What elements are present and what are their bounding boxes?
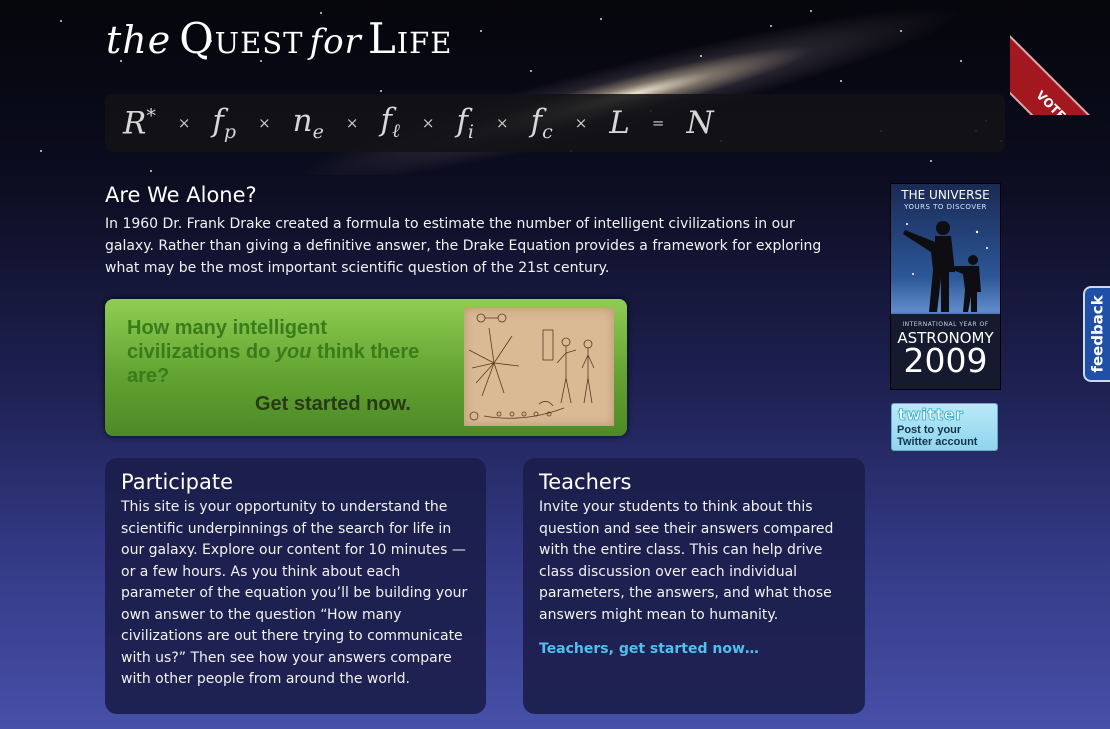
feedback-tab[interactable]: feedback [1083,286,1110,382]
star-dot [900,30,902,32]
equation-term-base: n [292,102,313,139]
vote-ribbon-label[interactable]: VOTE! [1010,29,1110,115]
star-dot [810,10,812,12]
equation-operator: × [574,114,588,132]
get-started-button[interactable]: How many intelligent civilizations do yo… [105,299,627,436]
equation-term[interactable]: ne [293,103,324,143]
twitter-post-button[interactable]: twitter Post to your Twitter account [891,403,998,451]
star-dot [380,90,382,92]
star-dot [960,60,962,62]
star-dot [840,80,842,82]
cta-action-label[interactable]: Get started now. [255,393,411,416]
star-dot [150,170,152,172]
cta-question: How many intelligent civilizations do yo… [127,316,427,388]
star-dot [320,12,322,14]
participate-heading: Participate [121,470,234,494]
equation-term-sup: * [146,104,156,127]
site-logo[interactable]: the Quest for Life [106,18,452,60]
vote-ribbon[interactable]: VOTE! [1010,0,1110,115]
equation-operator: × [258,114,271,132]
cta-question-emphasis: you [275,341,312,363]
equation-term-base: f [212,102,224,139]
logo-life: Life [367,14,453,63]
equation-operator: × [421,114,435,132]
equation-term-sub: ℓ [391,120,400,143]
star-dot [930,160,932,162]
equation-term-sub: c [542,121,553,144]
intro-text: In 1960 Dr. Frank Drake created a formul… [105,216,822,276]
teachers-get-started-link[interactable]: Teachers, get started now… [539,641,759,657]
twitter-line2: Twitter account [897,436,978,448]
iya-2009-banner[interactable]: THE UNIVERSE YOURS TO DISCOVER INTERNATI… [890,183,1001,390]
twitter-button-text: Post to your Twitter account [897,424,977,448]
equation-term[interactable]: N [686,105,713,141]
intro-section: Are We Alone? In 1960 Dr. Frank Drake cr… [105,183,845,279]
star-dot [480,30,482,32]
logo-quest: Quest [179,14,304,63]
star-dot [60,20,62,22]
equation-term-base: R [123,105,147,142]
equation-operator: × [496,114,509,132]
equation-operator: × [345,114,359,132]
teachers-heading: Teachers [539,470,632,494]
equation-term-sub: i [467,121,474,144]
equation-term[interactable]: fp [212,103,236,143]
participate-text: This site is your opportunity to underst… [121,499,468,687]
twitter-logo: twitter [898,405,964,425]
equation-term-sub: p [223,121,237,144]
iya-year: 2009 [903,341,988,380]
logo-the: the [106,18,172,62]
equation-term[interactable]: fc [531,103,553,143]
participate-card: Participate This site is your opportunit… [105,458,486,714]
equation-term[interactable]: fℓ [380,102,399,143]
equation-term-base: f [380,102,392,139]
feedback-label: feedback [1088,295,1107,373]
equation-operator: = [651,114,665,132]
astronomy-figures-icon [903,221,988,312]
iya-line1: THE UNIVERSE [901,188,990,202]
star-dot [700,55,702,57]
teachers-card: Teachers Invite your students to think a… [523,458,865,714]
star-dot [530,70,532,72]
equation-term-base: f [456,102,468,139]
star-dot [770,25,772,27]
star-dot [600,18,602,20]
twitter-line1: Post to your [897,424,962,436]
equation-term-sub: e [312,121,324,144]
header-banner: the Quest for Life R* × fp × ne × fℓ × fi × fc × L = N VO… [0,0,1110,175]
teachers-text: Invite your students to think about this… [539,499,834,623]
iya-line2: YOURS TO DISCOVER [904,203,987,211]
iya-line3: INTERNATIONAL YEAR OF [902,321,989,328]
equation-term-base: f [530,102,543,139]
equation-term-base: N [686,105,714,141]
logo-for: for [309,22,362,62]
equation-term[interactable]: fi [456,103,474,143]
equation-operator: × [177,114,191,132]
star-dot [40,150,42,152]
equation-term-base: L [609,105,630,141]
equation-term[interactable]: R* [123,105,156,141]
pioneer-plaque-image [464,308,614,426]
pioneer-plaque-drawing [468,313,595,421]
intro-heading: Are We Alone? [105,183,257,207]
equation-term[interactable]: L [609,105,630,141]
drake-equation-bar: R* × fp × ne × fℓ × fi × fc × L = N [105,94,1005,152]
